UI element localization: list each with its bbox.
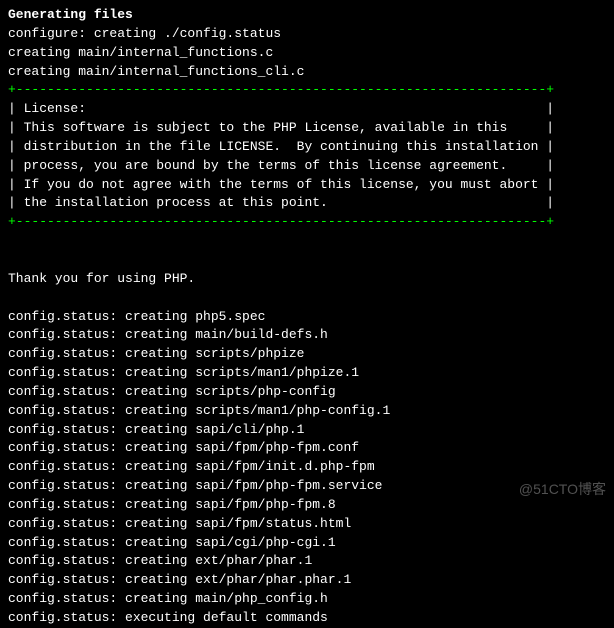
license-line-1: | License: | [8,100,606,119]
license-line-5: | If you do not agree with the terms of … [8,176,606,195]
license-line-2: | This software is subject to the PHP Li… [8,119,606,138]
creating-line-1: creating main/internal_functions.c [8,44,606,63]
status-line-17: config.status: executing default command… [8,609,606,628]
status-line-8: config.status: creating sapi/fpm/php-fpm… [8,439,606,458]
license-line-3: | distribution in the file LICENSE. By c… [8,138,606,157]
creating-line-2: creating main/internal_functions_cli.c [8,63,606,82]
status-line-3: config.status: creating scripts/phpize [8,345,606,364]
status-line-14: config.status: creating ext/phar/phar.1 [8,552,606,571]
status-line-15: config.status: creating ext/phar/phar.ph… [8,571,606,590]
license-line-6: | the installation process at this point… [8,194,606,213]
status-line-1: config.status: creating php5.spec [8,308,606,327]
separator-bottom: +---------------------------------------… [8,213,606,232]
status-line-12: config.status: creating sapi/fpm/status.… [8,515,606,534]
status-line-7: config.status: creating sapi/cli/php.1 [8,421,606,440]
blank-line-3 [8,289,606,308]
status-line-9: config.status: creating sapi/fpm/init.d.… [8,458,606,477]
status-line-10: config.status: creating sapi/fpm/php-fpm… [8,477,606,496]
configure-line: configure: creating ./config.status [8,25,606,44]
status-line-11: config.status: creating sapi/fpm/php-fpm… [8,496,606,515]
status-line-16: config.status: creating main/php_config.… [8,590,606,609]
license-line-4: | process, you are bound by the terms of… [8,157,606,176]
status-line-2: config.status: creating main/build-defs.… [8,326,606,345]
status-line-4: config.status: creating scripts/man1/php… [8,364,606,383]
generating-header: Generating files [8,6,606,25]
separator-top: +---------------------------------------… [8,81,606,100]
terminal-output: Generating files configure: creating ./c… [8,6,606,628]
status-line-13: config.status: creating sapi/cgi/php-cgi… [8,534,606,553]
status-line-6: config.status: creating scripts/man1/php… [8,402,606,421]
status-line-5: config.status: creating scripts/php-conf… [8,383,606,402]
blank-line-2 [8,251,606,270]
blank-line-1 [8,232,606,251]
thanks-line: Thank you for using PHP. [8,270,606,289]
